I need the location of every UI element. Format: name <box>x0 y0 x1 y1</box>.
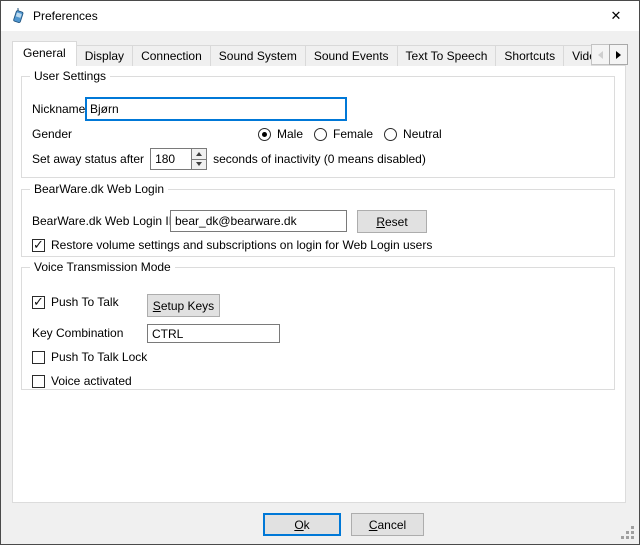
ok-button[interactable]: Ok <box>263 513 341 536</box>
voice-activated-checkbox-label: Voice activated <box>51 374 132 388</box>
away-seconds-value: 180 <box>151 149 191 169</box>
tab-scroll-right-icon <box>616 51 621 59</box>
gender-radio-female[interactable]: Female <box>314 127 373 141</box>
tab-sound-events[interactable]: Sound Events <box>305 45 398 66</box>
away-status-row: Set away status after 180 seconds of ina… <box>32 148 426 170</box>
tab-scroll-left-button[interactable] <box>591 44 610 65</box>
push-to-talk-lock-checkbox[interactable]: Push To Talk Lock <box>32 350 147 364</box>
push-to-talk-lock-checkbox-label: Push To Talk Lock <box>51 350 147 364</box>
spin-up-button[interactable] <box>192 149 206 160</box>
preferences-dialog: Preferences ✕ General Display Connection… <box>0 0 640 545</box>
spin-down-icon <box>196 162 202 166</box>
push-to-talk-checkbox[interactable]: Push To Talk <box>32 295 119 309</box>
cancel-button[interactable]: Cancel <box>351 513 424 536</box>
titlebar[interactable]: Preferences ✕ <box>1 1 639 31</box>
gender-radio-group: Male Female Neutral <box>258 127 442 141</box>
key-combination-label: Key Combination <box>32 326 123 340</box>
spin-up-icon <box>196 152 202 156</box>
tab-video[interactable]: Video <box>563 45 591 66</box>
checkbox-icon <box>32 296 45 309</box>
spinner-buttons <box>191 149 206 169</box>
restore-volume-checkbox-label: Restore volume settings and subscription… <box>51 238 432 252</box>
radio-icon <box>384 128 397 141</box>
voice-activated-checkbox[interactable]: Voice activated <box>32 374 132 388</box>
user-settings-group: User Settings Nickname Gender Male Femal… <box>21 76 615 178</box>
web-login-id-label: BearWare.dk Web Login ID <box>32 214 177 228</box>
teamtalk-app-icon <box>10 8 26 24</box>
checkbox-icon <box>32 375 45 388</box>
radio-icon <box>258 128 271 141</box>
gender-radio-male[interactable]: Male <box>258 127 303 141</box>
tab-scroll-left-icon <box>598 51 603 59</box>
push-to-talk-checkbox-label: Push To Talk <box>51 295 119 309</box>
voice-transmission-group: Voice Transmission Mode Push To Talk Set… <box>21 267 615 390</box>
gender-radio-female-label: Female <box>333 127 373 141</box>
user-settings-group-title: User Settings <box>30 69 110 84</box>
reset-button[interactable]: Reset <box>357 210 427 233</box>
tab-shortcuts[interactable]: Shortcuts <box>495 45 564 66</box>
tab-sound-system[interactable]: Sound System <box>210 45 306 66</box>
gender-radio-neutral[interactable]: Neutral <box>384 127 442 141</box>
tab-scroll-right-button[interactable] <box>609 44 628 65</box>
tab-content-pane: User Settings Nickname Gender Male Femal… <box>12 65 626 503</box>
nickname-input[interactable] <box>85 97 347 121</box>
nickname-label: Nickname <box>32 102 85 116</box>
away-seconds-spinner[interactable]: 180 <box>150 148 207 170</box>
setup-keys-button[interactable]: Setup Keys <box>147 294 220 317</box>
away-status-suffix-label: seconds of inactivity (0 means disabled) <box>213 152 426 166</box>
checkbox-icon <box>32 239 45 252</box>
radio-icon <box>314 128 327 141</box>
gender-radio-neutral-label: Neutral <box>403 127 442 141</box>
spin-down-button[interactable] <box>192 160 206 170</box>
close-button[interactable]: ✕ <box>593 1 639 31</box>
tab-general[interactable]: General <box>12 41 77 66</box>
tab-connection[interactable]: Connection <box>132 45 211 66</box>
voice-transmission-group-title: Voice Transmission Mode <box>30 260 175 275</box>
resize-grip[interactable] <box>621 526 635 540</box>
away-status-prefix-label: Set away status after <box>32 152 144 166</box>
key-combination-input[interactable] <box>147 324 280 343</box>
window-title: Preferences <box>33 1 98 31</box>
tab-bar: General Display Connection Sound System … <box>12 41 591 66</box>
gender-label: Gender <box>32 127 72 141</box>
web-login-group-title: BearWare.dk Web Login <box>30 182 168 197</box>
web-login-group: BearWare.dk Web Login BearWare.dk Web Lo… <box>21 189 615 257</box>
web-login-id-input[interactable] <box>170 210 347 232</box>
close-icon: ✕ <box>611 8 622 24</box>
restore-volume-checkbox[interactable]: Restore volume settings and subscription… <box>32 238 432 252</box>
checkbox-icon <box>32 351 45 364</box>
tab-text-to-speech[interactable]: Text To Speech <box>397 45 497 66</box>
gender-radio-male-label: Male <box>277 127 303 141</box>
tab-display[interactable]: Display <box>76 45 133 66</box>
tab-scroll-buttons <box>591 44 628 65</box>
